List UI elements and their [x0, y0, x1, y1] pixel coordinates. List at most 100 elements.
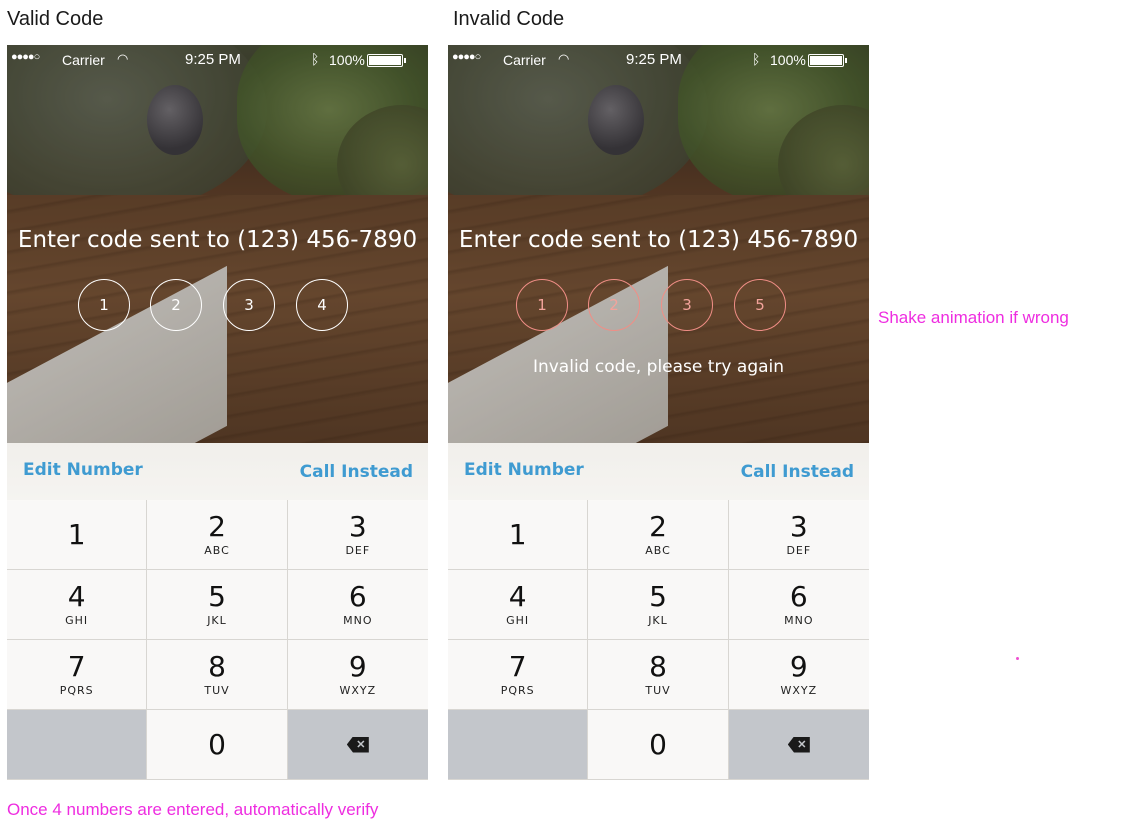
code-digit-circle: 4 — [296, 279, 348, 331]
status-time: 9:25 PM — [185, 51, 241, 68]
keypad-key-4[interactable]: 4 GHI — [448, 570, 589, 640]
keypad-blank — [448, 710, 589, 780]
key-letters: MNO — [784, 614, 814, 627]
key-digit: 4 — [67, 580, 86, 613]
keypad-key-8[interactable]: 8 TUV — [147, 640, 288, 710]
status-bar: ●●●●○ Carrier ◠ 9:25 PM ᛒ 100% — [7, 45, 428, 73]
keypad-key-6[interactable]: 6 MNO — [287, 570, 428, 640]
annotation-shake: Shake animation if wrong — [878, 308, 1069, 327]
edit-number-button[interactable]: Edit Number — [23, 460, 143, 480]
keypad-key-7[interactable]: 7 PQRS — [448, 640, 589, 710]
key-digit: 5 — [208, 580, 226, 613]
keyboard-area: Edit Number Call Instead 1 2 ABC 3 DEF 4 GHI 5 J… — [448, 443, 869, 780]
keypad-key-0[interactable]: 0 — [588, 710, 729, 780]
bluetooth-icon: ᛒ — [311, 51, 320, 67]
key-letters: TUV — [204, 684, 230, 697]
code-prompt: Enter code sent to (123) 456-7890 — [17, 227, 418, 253]
code-digit-circle: 2 — [150, 279, 202, 331]
error-message: Invalid code, please try again — [532, 357, 785, 377]
carrier-label: Carrier — [62, 52, 105, 68]
key-digit: 7 — [508, 650, 527, 683]
key-letters: GHI — [65, 614, 89, 627]
keypad-delete-button[interactable]: ✕ — [287, 710, 428, 780]
keypad-delete-button[interactable]: ✕ — [728, 710, 869, 780]
keypad-key-9[interactable]: 9 WXYZ — [728, 640, 869, 710]
edit-number-button[interactable]: Edit Number — [464, 460, 584, 480]
backspace-icon: ✕ — [346, 736, 369, 753]
key-letters: ABC — [204, 544, 230, 557]
carrier-label: Carrier — [503, 52, 546, 68]
code-digit-circle: 3 — [223, 279, 275, 331]
key-digit: 0 — [649, 727, 667, 761]
key-digit: 7 — [67, 650, 86, 683]
backspace-icon: ✕ — [787, 736, 810, 753]
code-digit-circle-error: 5 — [734, 279, 786, 331]
keypad-key-2[interactable]: 2 ABC — [588, 500, 729, 570]
key-digit: 9 — [789, 650, 808, 683]
key-digit: 6 — [348, 580, 367, 613]
keypad-key-3[interactable]: 3 DEF — [287, 500, 428, 570]
battery-percent: 100% — [329, 52, 365, 68]
battery-percent: 100% — [770, 52, 806, 68]
keypad-key-5[interactable]: 5 JKL — [147, 570, 288, 640]
key-digit: 1 — [508, 517, 527, 551]
keypad-key-2[interactable]: 2 ABC — [147, 500, 288, 570]
key-letters: PQRS — [59, 684, 94, 697]
battery-icon — [808, 54, 847, 67]
key-letters: ABC — [645, 544, 671, 557]
status-bar: ●●●●○ Carrier ◠ 9:25 PM ᛒ 100% — [448, 45, 869, 73]
phone-screen-invalid: ●●●●○ Carrier ◠ 9:25 PM ᛒ 100% Enter cod… — [448, 45, 869, 780]
screen-title-invalid: Invalid Code — [453, 8, 565, 30]
wifi-icon: ◠ — [558, 51, 570, 66]
keypad-key-3[interactable]: 3 DEF — [728, 500, 869, 570]
code-digit-circle: 1 — [78, 279, 130, 331]
annotation-auto-verify: Once 4 numbers are entered, automaticall… — [7, 800, 379, 819]
key-digit: 0 — [208, 727, 226, 761]
keypad-key-9[interactable]: 9 WXYZ — [287, 640, 428, 710]
key-digit: 1 — [67, 517, 86, 551]
key-letters: DEF — [786, 544, 812, 557]
code-entry-row: 1 2 3 5 — [448, 279, 869, 333]
key-letters: JKL — [207, 614, 227, 627]
key-letters: PQRS — [500, 684, 535, 697]
keypad-key-0[interactable]: 0 — [147, 710, 288, 780]
key-letters: TUV — [645, 684, 671, 697]
status-time: 9:25 PM — [626, 51, 682, 68]
bluetooth-icon: ᛒ — [752, 51, 761, 67]
phone-screen-valid: ●●●●○ Carrier ◠ 9:25 PM ᛒ 100% Enter cod… — [7, 45, 428, 780]
keypad-key-5[interactable]: 5 JKL — [588, 570, 729, 640]
keypad-key-1[interactable]: 1 — [7, 500, 148, 570]
signal-icon: ●●●●○ — [11, 51, 40, 63]
signal-icon: ●●●●○ — [452, 51, 481, 63]
key-digit: 6 — [789, 580, 808, 613]
key-letters: MNO — [343, 614, 373, 627]
key-digit: 3 — [789, 510, 808, 543]
code-entry-row: 1 2 3 4 — [7, 279, 428, 333]
keyboard-area: Edit Number Call Instead 1 2 ABC 3 DEF 4 GHI 5 J… — [7, 443, 428, 780]
keypad-key-1[interactable]: 1 — [448, 500, 589, 570]
keypad-key-4[interactable]: 4 GHI — [7, 570, 148, 640]
key-digit: 2 — [208, 510, 226, 543]
actions-row: Edit Number Call Instead — [7, 443, 428, 501]
code-prompt: Enter code sent to (123) 456-7890 — [458, 227, 859, 253]
key-digit: 2 — [649, 510, 667, 543]
keypad-key-6[interactable]: 6 MNO — [728, 570, 869, 640]
battery-icon — [367, 54, 406, 67]
call-instead-button[interactable]: Call Instead — [300, 462, 413, 482]
code-digit-circle-error: 3 — [661, 279, 713, 331]
key-digit: 5 — [649, 580, 667, 613]
keypad-key-8[interactable]: 8 TUV — [588, 640, 729, 710]
key-letters: JKL — [648, 614, 668, 627]
actions-row: Edit Number Call Instead — [448, 443, 869, 501]
annotation-dot — [1016, 657, 1019, 660]
code-digit-circle-error: 2 — [588, 279, 640, 331]
numeric-keypad: 1 2 ABC 3 DEF 4 GHI 5 JKL 6 MNO 7 PQRS 8 TUV 9 WXYZ 0 ✕ — [7, 500, 428, 780]
code-digit-circle-error: 1 — [516, 279, 568, 331]
key-letters: WXYZ — [339, 684, 377, 697]
call-instead-button[interactable]: Call Instead — [741, 462, 854, 482]
keypad-key-7[interactable]: 7 PQRS — [7, 640, 148, 710]
key-digit: 4 — [508, 580, 527, 613]
key-digit: 8 — [208, 650, 226, 683]
wifi-icon: ◠ — [117, 51, 129, 66]
key-digit: 3 — [348, 510, 367, 543]
